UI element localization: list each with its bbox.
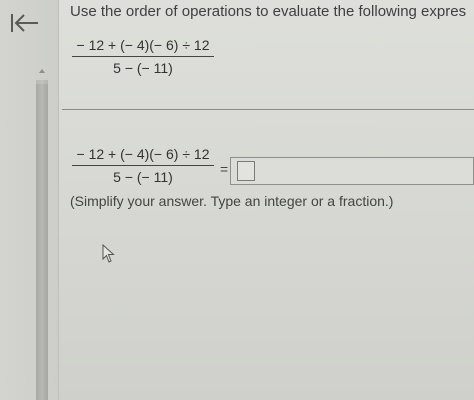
problem-expression: − 12 + (− 4)(− 6) ÷ 12 5 − (− 11): [72, 37, 214, 77]
fraction-bar: [72, 56, 214, 57]
back-button[interactable]: [8, 10, 42, 36]
back-arrow-icon: [11, 14, 38, 32]
answer-expression: − 12 + (− 4)(− 6) ÷ 12 5 − (− 11): [72, 146, 214, 186]
answer-numerator: − 12 + (− 4)(− 6) ÷ 12: [76, 146, 210, 162]
left-panel: [0, 0, 59, 400]
question-content: Use the order of operations to evaluate …: [58, 0, 474, 400]
fraction-bar: [72, 165, 214, 166]
problem-numerator: − 12 + (− 4)(− 6) ÷ 12: [76, 37, 210, 53]
answer-input-field[interactable]: [237, 161, 255, 181]
scrollbar-thumb[interactable]: [36, 84, 48, 400]
answer-hint: (Simplify your answer. Type an integer o…: [70, 193, 394, 209]
instruction-text: Use the order of operations to evaluate …: [70, 3, 467, 20]
problem-denominator: 5 − (− 11): [113, 60, 173, 76]
mouse-pointer-icon: [102, 244, 115, 263]
screen: Use the order of operations to evaluate …: [0, 0, 474, 400]
chevron-up-icon[interactable]: [36, 66, 48, 76]
answer-input[interactable]: [230, 157, 474, 185]
equals-sign: =: [220, 161, 229, 177]
answer-denominator: 5 − (− 11): [113, 169, 173, 185]
section-divider: [62, 109, 474, 110]
